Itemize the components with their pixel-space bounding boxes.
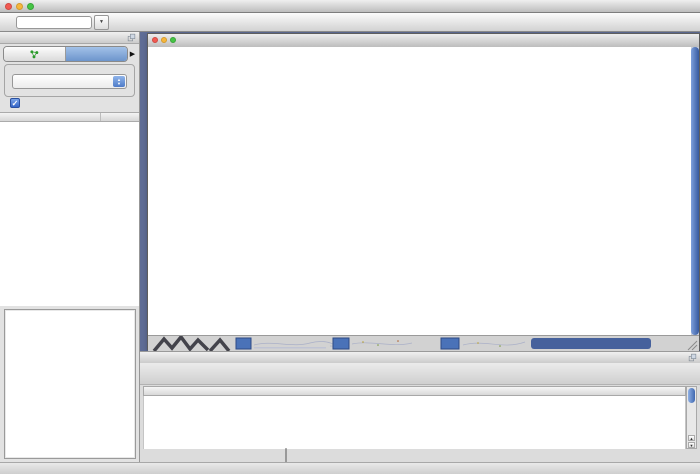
control-panel-header [0,32,139,44]
data-panel: ▲ ▼ [140,351,700,462]
table-vertical-scrollbar[interactable]: ▲ ▼ [686,386,697,449]
control-panel-tabs: ▶ [3,46,137,61]
node-color-selection-group: ▲▼ [4,64,135,97]
zoom-button[interactable] [27,3,34,10]
close-button[interactable] [5,3,12,10]
tab-network[interactable] [4,47,66,61]
cytoscape-window: ▼ ▶ ▲▼ [0,0,700,474]
window-titlebar[interactable] [0,0,700,13]
select-nodes-checkbox[interactable]: ✓ [10,98,20,108]
status-bar [0,462,700,474]
scroll-up-icon[interactable]: ▲ [688,435,695,441]
network-desktop [140,32,700,351]
attribute-table[interactable] [143,396,686,449]
select-nodes-row: ✓ [10,98,24,108]
window-controls [5,3,34,10]
main-toolbar: ▼ [0,13,700,32]
search-input[interactable] [16,16,92,29]
tree-column-network[interactable] [0,113,101,121]
canvas-vertical-scrollbar[interactable] [691,47,699,335]
frame-zoom-button[interactable] [170,37,176,43]
frame-minimize-button[interactable] [161,37,167,43]
network-view-frame[interactable] [147,33,700,350]
dropdown-stepper-icon: ▲▼ [113,76,125,87]
tab-overflow-icon[interactable]: ▶ [128,50,137,58]
float-panel-icon[interactable] [127,33,136,42]
attribute-table-header [143,386,686,396]
network-tree[interactable] [0,122,139,306]
search-config-button[interactable] [111,14,128,31]
attribute-dropdown[interactable]: ▲▼ [12,74,127,89]
search-group: ▼ [14,14,128,31]
chevron-down-icon: ▼ [99,19,104,25]
network-tab-icon [29,49,39,59]
frame-window-controls [152,37,176,43]
search-dropdown-button[interactable]: ▼ [94,15,109,30]
minimize-button[interactable] [16,3,23,10]
frame-close-button[interactable] [152,37,158,43]
data-panel-toolbar [140,363,700,385]
tab-mosaic[interactable] [66,47,127,61]
attribute-browser-tabs [285,448,287,463]
scroll-down-icon[interactable]: ▼ [688,442,695,448]
background-windows-strip [148,335,699,351]
tree-column-nodes[interactable] [101,113,139,121]
network-canvas[interactable] [148,47,692,335]
scrollbar-thumb[interactable] [688,388,695,403]
control-panel: ▶ ▲▼ ✓ [0,32,140,462]
network-tree-header [0,112,139,122]
network-frame-titlebar[interactable] [148,34,699,48]
birds-eye-view[interactable] [4,309,136,459]
float-panel-icon[interactable] [688,353,697,362]
scrollbar-thumb[interactable] [691,47,699,335]
